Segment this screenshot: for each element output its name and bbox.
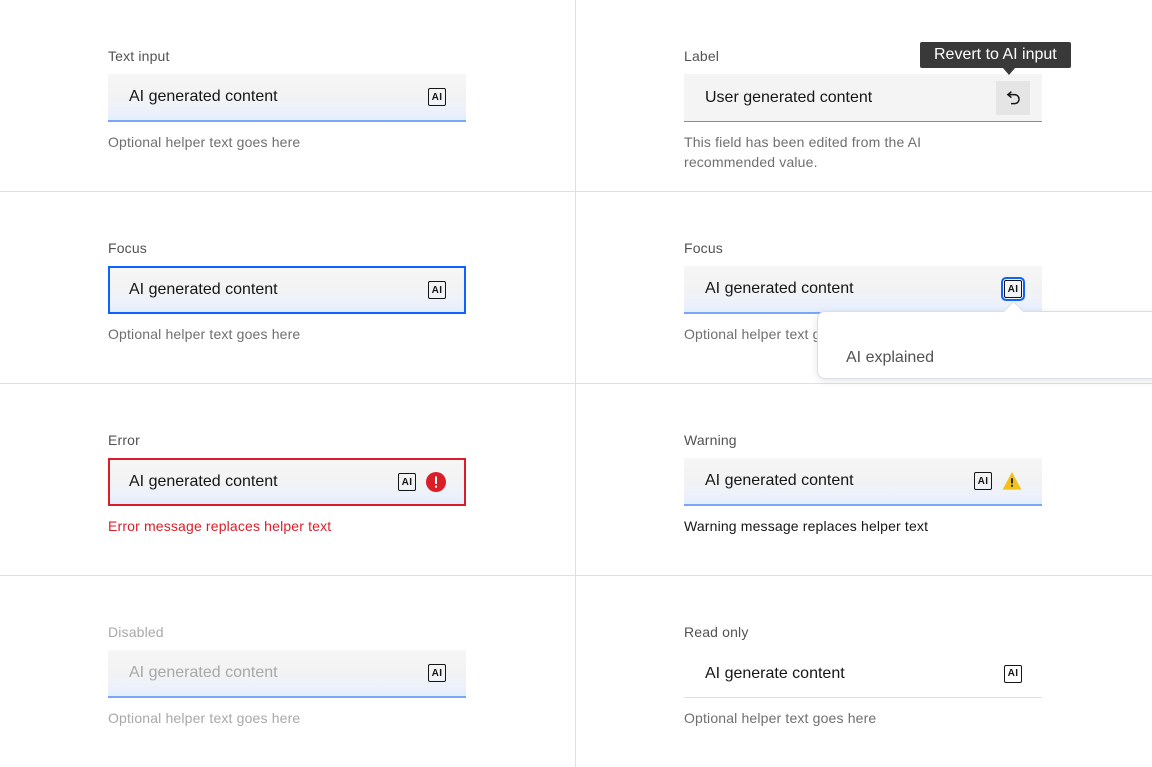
screen: Text input AI generated content AI Optio… bbox=[0, 0, 1152, 767]
helper-text: Optional helper text goes here bbox=[684, 708, 1152, 728]
error-message: Error message replaces helper text bbox=[108, 516, 575, 536]
edited-text-input[interactable]: User generated content bbox=[684, 74, 1042, 122]
ai-text-input[interactable]: AI generated content AI bbox=[684, 266, 1042, 314]
revert-tooltip: Revert to AI input bbox=[920, 42, 1071, 68]
ai-badge-focused[interactable]: AI bbox=[1004, 280, 1022, 298]
ai-badge[interactable]: AI bbox=[1004, 665, 1022, 683]
ai-badge[interactable]: AI bbox=[428, 281, 446, 299]
cell-error: Error AI generated content AI Error mess… bbox=[0, 384, 576, 576]
states-grid: Text input AI generated content AI Optio… bbox=[0, 0, 1152, 767]
input-value: User generated content bbox=[705, 89, 872, 107]
ai-text-input-readonly: AI generate content AI bbox=[684, 650, 1042, 698]
undo-icon bbox=[1004, 89, 1022, 107]
field-label: Label bbox=[684, 47, 1152, 65]
field-label: Warning bbox=[684, 431, 1152, 449]
ai-text-input-disabled: AI generated content AI bbox=[108, 650, 466, 698]
input-value: AI generated content bbox=[129, 473, 278, 491]
cell-focus-badge: Focus AI generated content AI Optional h… bbox=[576, 192, 1152, 384]
helper-text: Optional helper text goes here bbox=[108, 132, 575, 152]
tooltip-caret-icon bbox=[1003, 68, 1015, 75]
ai-badge: AI bbox=[428, 664, 446, 682]
ai-badge[interactable]: AI bbox=[974, 472, 992, 490]
warning-message: Warning message replaces helper text bbox=[684, 516, 1152, 536]
input-value: AI generated content bbox=[705, 280, 854, 298]
helper-text: This field has been edited from the AI r… bbox=[684, 132, 956, 172]
cell-user-edited: Label User generated content This field … bbox=[576, 0, 1152, 192]
field-label: Error bbox=[108, 431, 575, 449]
helper-text: Optional helper text goes here bbox=[108, 324, 575, 344]
input-value: AI generated content bbox=[129, 281, 278, 299]
ai-text-input[interactable]: AI generated content AI bbox=[108, 74, 466, 122]
ai-text-input-warning[interactable]: AI generated content AI bbox=[684, 458, 1042, 506]
revert-to-ai-button[interactable] bbox=[996, 81, 1030, 115]
ai-explained-popover: AI explained bbox=[817, 311, 1152, 379]
ai-text-input-focused[interactable]: AI generated content AI bbox=[108, 266, 466, 314]
ai-text-input-error[interactable]: AI generated content AI bbox=[108, 458, 466, 506]
field-label: Text input bbox=[108, 47, 575, 65]
cell-read-only: Read only AI generate content AI Optiona… bbox=[576, 576, 1152, 767]
ai-badge[interactable]: AI bbox=[398, 473, 416, 491]
error-icon bbox=[426, 472, 446, 492]
cell-disabled: Disabled AI generated content AI Optiona… bbox=[0, 576, 576, 767]
field-label: Disabled bbox=[108, 623, 575, 641]
cell-focus-input: Focus AI generated content AI Optional h… bbox=[0, 192, 576, 384]
input-value: AI generated content bbox=[129, 88, 278, 106]
input-value: AI generated content bbox=[129, 664, 278, 682]
helper-text: Optional helper text goes here bbox=[108, 708, 575, 728]
input-value: AI generated content bbox=[705, 472, 854, 490]
field-label: Read only bbox=[684, 623, 1152, 641]
field-label: Focus bbox=[108, 239, 575, 257]
input-value: AI generate content bbox=[705, 665, 845, 683]
cell-text-input-default: Text input AI generated content AI Optio… bbox=[0, 0, 576, 192]
cell-warning: Warning AI generated content AI Warning … bbox=[576, 384, 1152, 576]
warning-icon bbox=[1002, 471, 1022, 491]
field-label: Focus bbox=[684, 239, 1152, 257]
ai-badge[interactable]: AI bbox=[428, 88, 446, 106]
ai-explained-label: AI explained bbox=[846, 349, 934, 367]
